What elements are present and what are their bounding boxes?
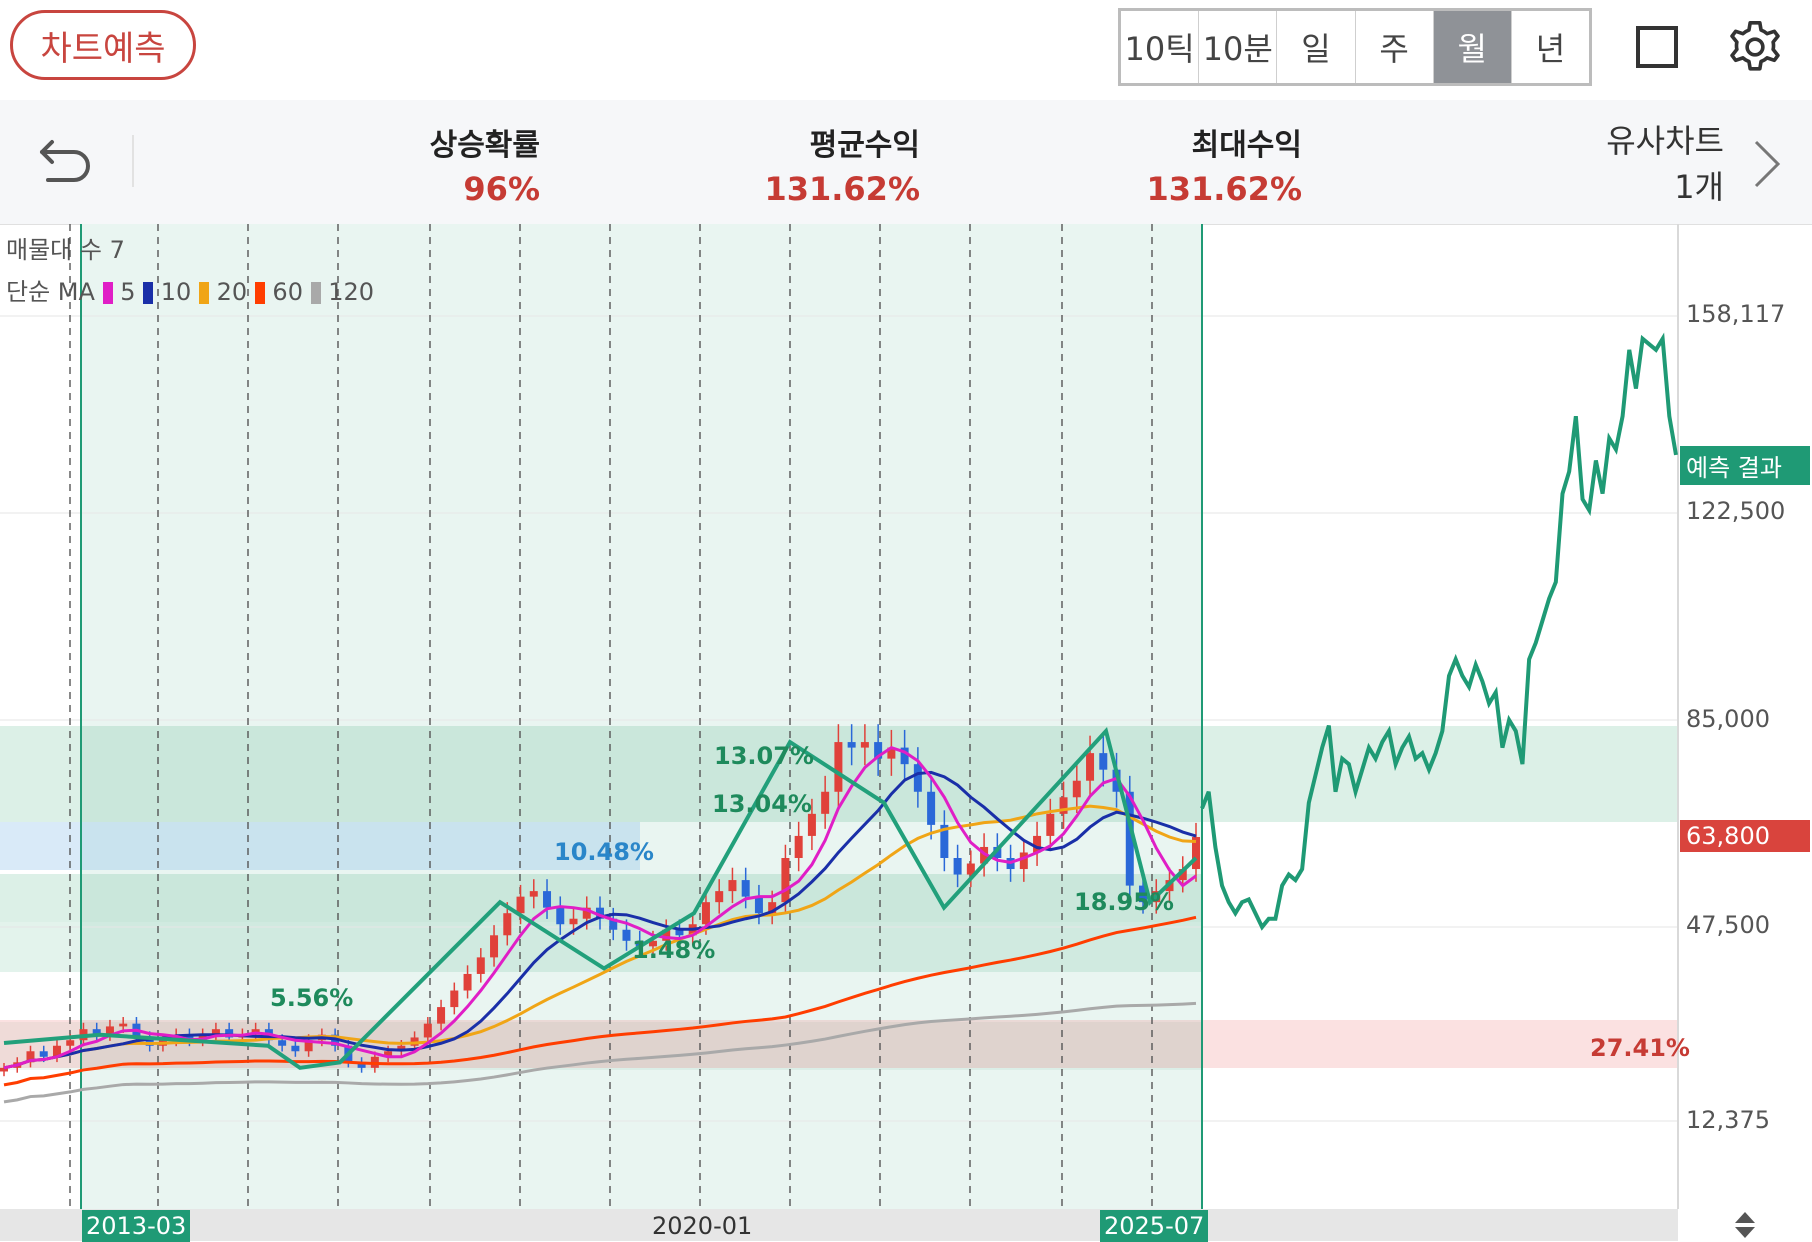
prediction-line (1200, 332, 1678, 931)
candle-body (291, 1045, 300, 1052)
candle-body (39, 1051, 48, 1057)
candle-body (423, 1023, 432, 1038)
y-tick-label: 47,500 (1686, 911, 1770, 939)
ma60-swatch (254, 282, 265, 304)
candle-body (701, 902, 710, 925)
candle-body (821, 791, 830, 814)
candle-body (741, 880, 750, 897)
candle-body (278, 1040, 287, 1046)
candle-body (715, 891, 724, 903)
candle-body (503, 913, 512, 936)
candle-body (543, 891, 552, 908)
y-tick-label: 85,000 (1686, 705, 1770, 733)
stat-rise-probability: 상승확률 96% (380, 120, 540, 208)
similar-charts-label: 유사차트 (1606, 122, 1724, 160)
stat-value: 131.62% (764, 170, 920, 208)
pattern-label: 10.48% (554, 838, 654, 866)
candle-body (66, 1040, 75, 1046)
period-week[interactable]: 주 (1356, 11, 1434, 83)
candle-body (1019, 852, 1028, 870)
stat-max-return: 최대수익 131.62% (1100, 120, 1302, 208)
stat-label: 평균수익 (809, 128, 920, 163)
period-10min[interactable]: 10분 (1199, 11, 1278, 83)
ma-label: 단순 MA (6, 278, 95, 306)
period-day[interactable]: 일 (1277, 11, 1356, 83)
candle-body (556, 907, 565, 925)
candle-body (794, 835, 803, 858)
candle-body (529, 891, 538, 897)
period-10tick[interactable]: 10틱 (1121, 11, 1200, 83)
candle-body (1099, 753, 1108, 770)
x-tick-end: 2025-07 (1100, 1210, 1209, 1242)
ma10-label: 10 (160, 278, 192, 306)
chevron-right-icon[interactable] (1750, 136, 1784, 192)
candle-body (476, 957, 485, 974)
pattern-label: 13.04% (712, 790, 812, 818)
ma20-swatch (198, 282, 209, 304)
ma120-swatch (310, 282, 321, 304)
y-tick-label: 122,500 (1686, 497, 1786, 525)
divider (132, 135, 134, 187)
candle-body (450, 990, 459, 1008)
ma5-swatch (102, 282, 113, 304)
square-icon[interactable] (1636, 26, 1678, 68)
candle-body (927, 791, 936, 825)
x-axis (0, 1209, 1678, 1241)
pattern-label: 27.41% (1590, 1034, 1690, 1062)
period-month[interactable]: 월 (1433, 11, 1512, 83)
candle-body (834, 742, 843, 792)
undo-icon[interactable] (34, 132, 98, 192)
y-tick-label: 158,117 (1686, 300, 1786, 328)
candle-body (1046, 813, 1055, 836)
top-bar: 차트예측 10틱 10분 일 주 월 년 (0, 0, 1812, 100)
resize-updown-icon[interactable] (1732, 1210, 1758, 1240)
ma5-label: 5 (120, 278, 136, 306)
prediction-result-tag: 예측 결과 (1680, 446, 1810, 485)
x-tick-label: 2020-01 (652, 1212, 753, 1240)
stat-value: 96% (463, 170, 540, 208)
ma120-label: 120 (328, 278, 375, 306)
candle-body (490, 935, 499, 958)
similar-charts-count: 1개 (1674, 168, 1724, 206)
gear-icon[interactable] (1726, 18, 1784, 76)
candle-body (728, 880, 737, 892)
candle-body (847, 742, 856, 748)
stat-label: 최대수익 (1191, 128, 1302, 163)
pattern-label: 1.48% (632, 936, 716, 964)
ma20-label: 20 (216, 278, 248, 306)
candle-body (119, 1023, 128, 1027)
period-year[interactable]: 년 (1512, 11, 1589, 83)
candle-body (437, 1007, 446, 1024)
ma-legend: 단순 MA 5 10 20 60 120 (6, 272, 374, 307)
candle-body (953, 858, 962, 875)
period-selector: 10틱 10분 일 주 월 년 (1118, 8, 1592, 86)
candle-body (569, 918, 578, 925)
pattern-label: 13.07% (714, 742, 814, 770)
stat-avg-return: 평균수익 131.62% (720, 120, 920, 208)
candle-body (1086, 753, 1095, 781)
pattern-label: 18.95% (1074, 888, 1174, 916)
chart-predict-button[interactable]: 차트예측 (10, 10, 196, 80)
candle-body (463, 973, 472, 991)
candle-body (913, 764, 922, 792)
y-tick-label: 12,375 (1686, 1106, 1770, 1134)
pattern-label: 5.56% (270, 984, 354, 1012)
ma10-swatch (143, 282, 154, 304)
price-chart[interactable] (0, 224, 1812, 1241)
candle-body (754, 896, 763, 914)
volume-profile-label: 매물대 수 7 (6, 236, 125, 264)
candle-body (1072, 780, 1081, 798)
candle-body (516, 896, 525, 914)
candle-body (622, 929, 631, 941)
stat-value: 131.62% (1146, 170, 1302, 208)
volume-band (0, 822, 640, 870)
x-tick-start: 2013-03 (82, 1210, 191, 1242)
ma60-label: 60 (272, 278, 303, 306)
candle-body (781, 858, 790, 903)
candle-body (860, 742, 869, 748)
similar-charts[interactable]: 유사차트 1개 (1606, 118, 1724, 210)
stat-label: 상승확률 (429, 128, 540, 163)
current-price-tag: 63,800 (1680, 820, 1810, 852)
